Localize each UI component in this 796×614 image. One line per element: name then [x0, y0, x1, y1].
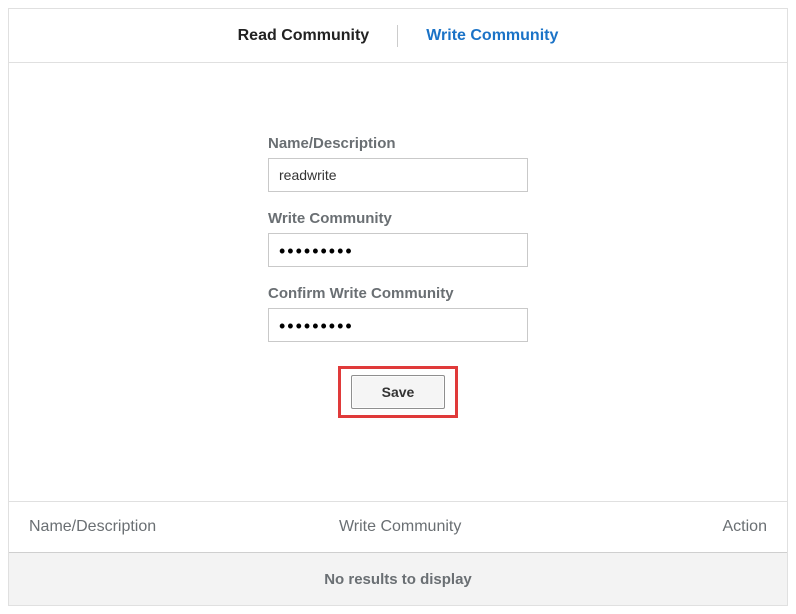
form: Name/Description Write Community •••••••… — [268, 135, 528, 418]
name-description-label: Name/Description — [268, 135, 528, 152]
name-description-input[interactable] — [268, 158, 528, 192]
tab-read-community[interactable]: Read Community — [210, 27, 398, 45]
tab-bar: Read Community Write Community — [9, 9, 787, 63]
column-header-community: Write Community — [339, 518, 634, 536]
table-empty-message: No results to display — [9, 553, 787, 605]
tab-write-community[interactable]: Write Community — [398, 27, 586, 45]
main-panel: Read Community Write Community Name/Desc… — [8, 8, 788, 606]
column-header-name: Name/Description — [29, 518, 339, 536]
save-button-wrapper: Save — [268, 366, 528, 418]
save-button[interactable]: Save — [351, 375, 445, 409]
table-header-row: Name/Description Write Community Action — [9, 501, 787, 553]
confirm-write-community-label: Confirm Write Community — [268, 285, 528, 302]
confirm-write-community-input[interactable]: ••••••••• — [268, 308, 528, 342]
write-community-input[interactable]: ••••••••• — [268, 233, 528, 267]
highlight-box: Save — [338, 366, 458, 418]
write-community-label: Write Community — [268, 210, 528, 227]
column-header-action: Action — [634, 518, 767, 536]
form-area: Name/Description Write Community •••••••… — [9, 63, 787, 438]
results-table: Name/Description Write Community Action … — [9, 501, 787, 605]
